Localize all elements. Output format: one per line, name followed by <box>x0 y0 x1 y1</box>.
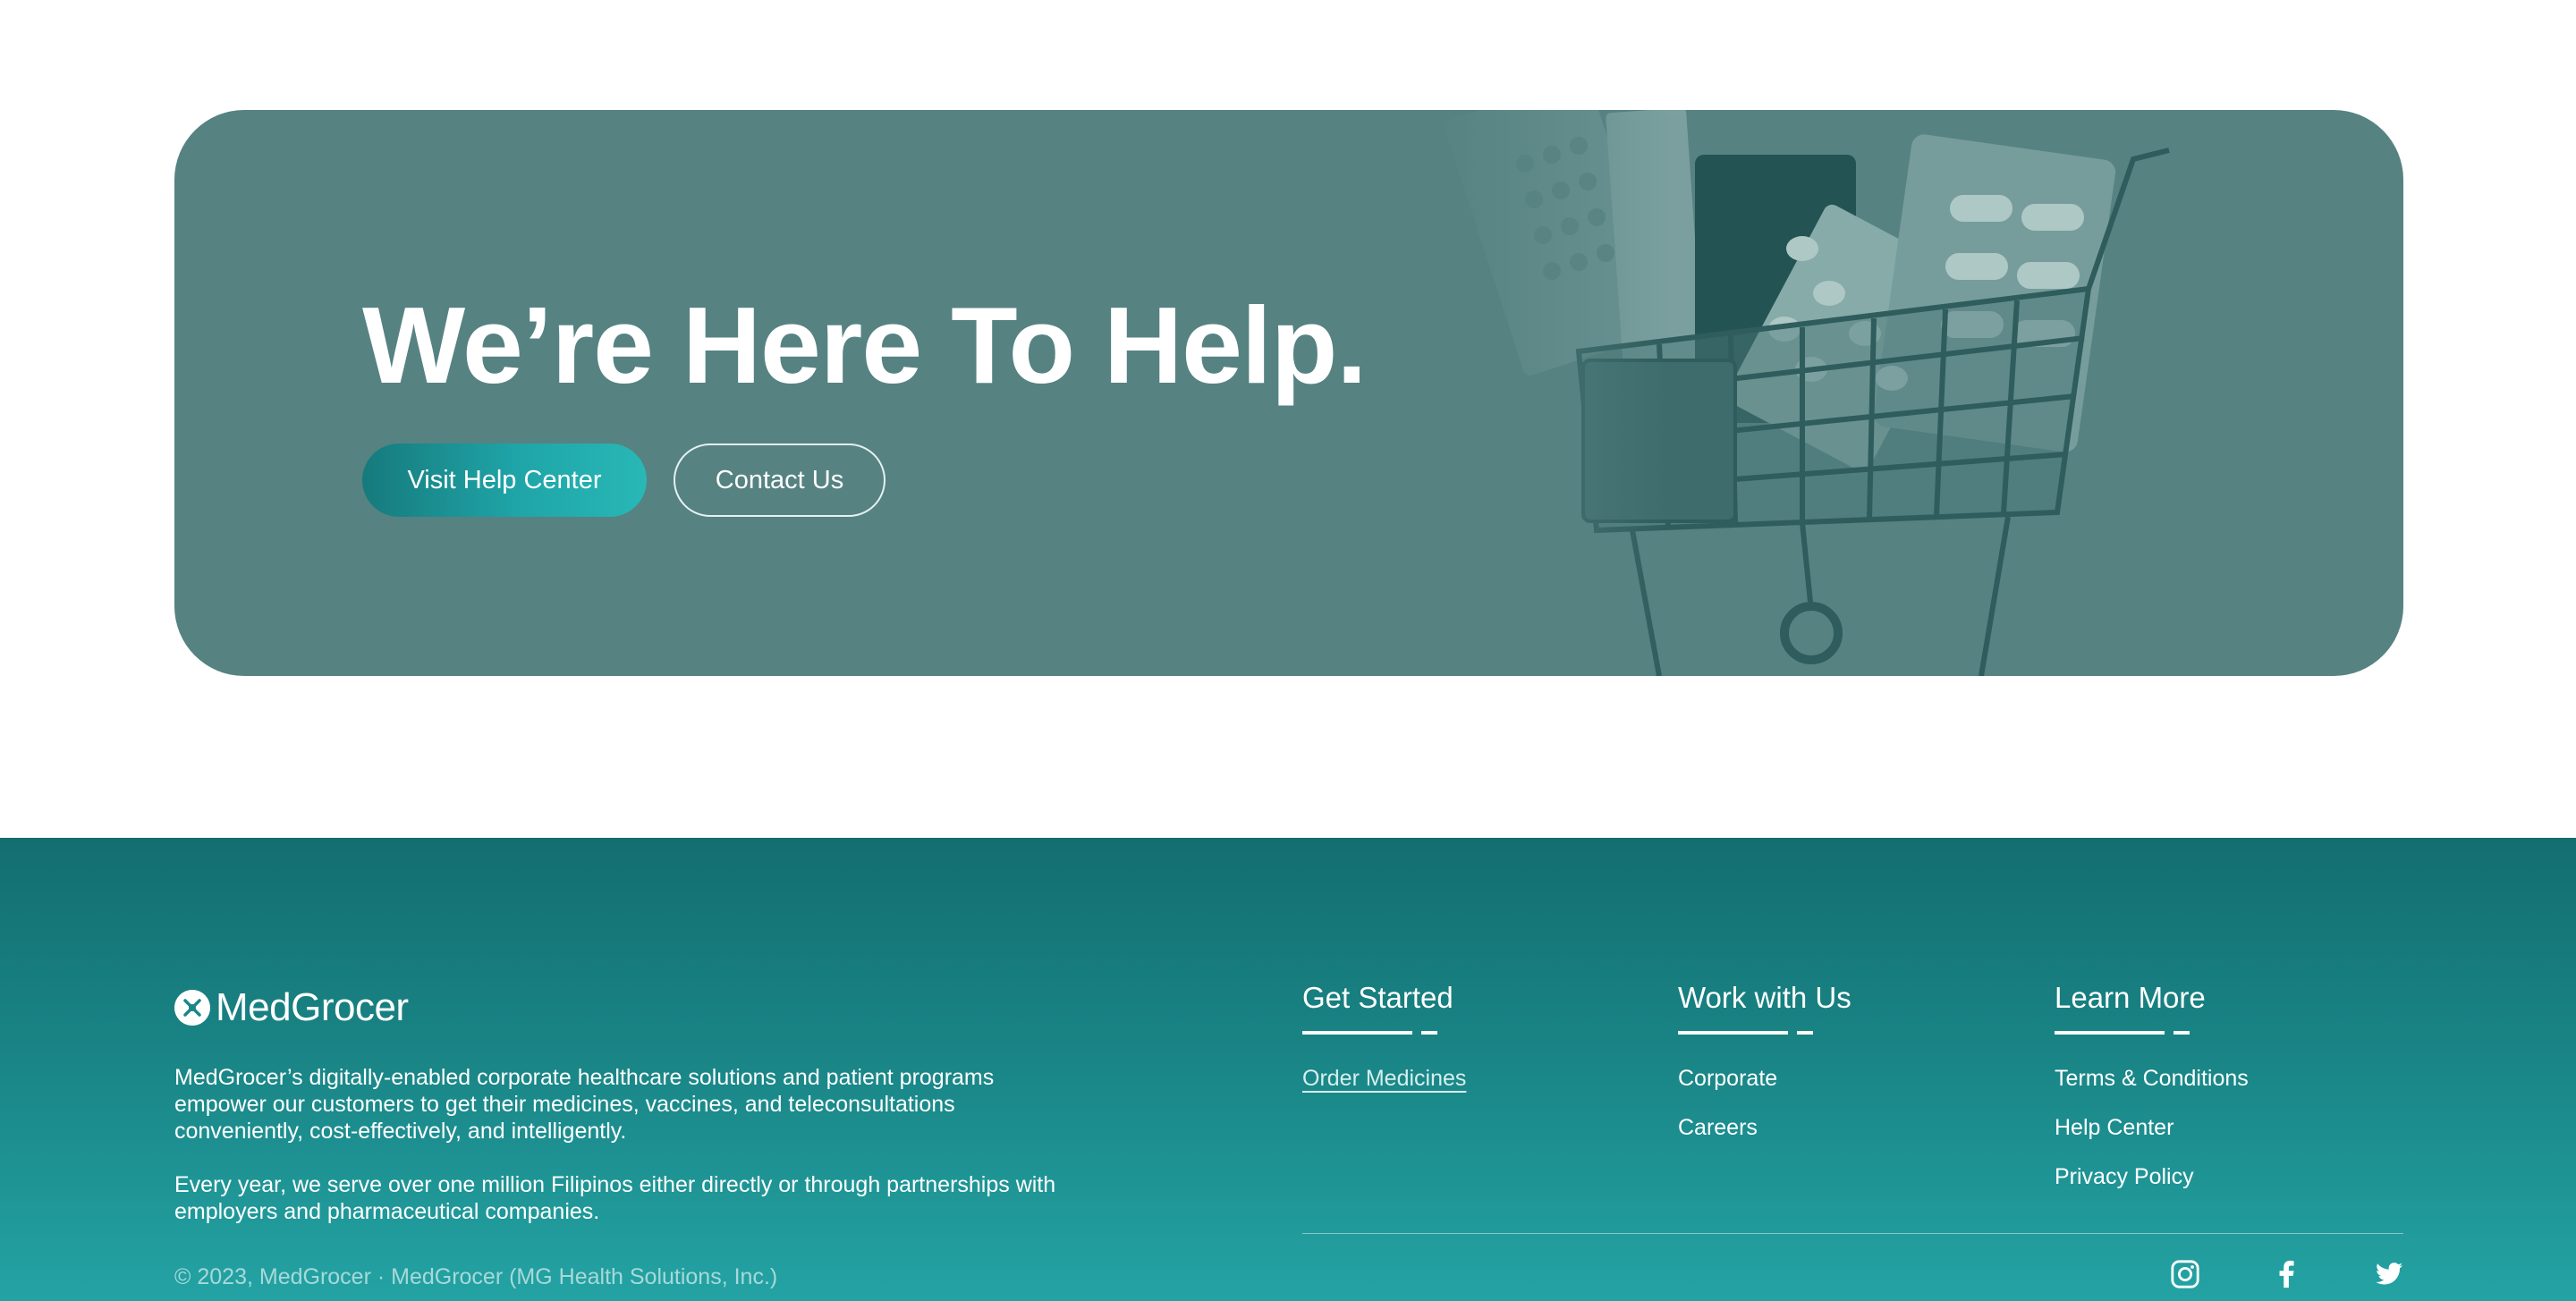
terms-link[interactable]: Terms & Conditions <box>2055 1066 2249 1091</box>
list-item: Help Center <box>2055 1114 2249 1141</box>
about-paragraph: MedGrocer’s digitally-enabled corporate … <box>174 1065 995 1144</box>
about-text: MedGrocer’s digitally-enabled corporate … <box>174 1064 1087 1225</box>
brand-name: MedGrocer <box>216 985 409 1029</box>
hero-actions: Visit Help Center Contact Us <box>362 444 886 517</box>
shopping-cart-medicines-image <box>1427 110 2403 676</box>
medgrocer-logo-icon <box>174 990 210 1026</box>
column-title: Get Started <box>1302 981 1453 1014</box>
hero-title: We’re Here To Help. <box>362 284 1367 406</box>
order-medicines-link[interactable]: Order Medicines <box>1302 1066 1466 1091</box>
footer-logo[interactable]: MedGrocer <box>174 985 409 1030</box>
list-item: Order Medicines <box>1302 1065 1466 1092</box>
list-item: Privacy Policy <box>2055 1163 2249 1190</box>
twitter-icon[interactable] <box>2373 1258 2405 1290</box>
footer-divider <box>1302 1233 2403 1234</box>
list-item: Careers <box>1678 1114 1852 1141</box>
corporate-link[interactable]: Corporate <box>1678 1066 1777 1091</box>
instagram-icon[interactable] <box>2169 1258 2201 1290</box>
privacy-policy-link[interactable]: Privacy Policy <box>2055 1164 2194 1189</box>
title-underline <box>2055 1031 2249 1035</box>
column-title: Learn More <box>2055 981 2206 1014</box>
title-underline <box>1678 1031 1852 1035</box>
site-footer: MedGrocer MedGrocer’s digitally-enabled … <box>0 838 2576 1301</box>
link-list: Order Medicines <box>1302 1065 1466 1092</box>
visit-help-center-button[interactable]: Visit Help Center <box>362 444 647 517</box>
footer-column-get-started: Get Started Order Medicines <box>1302 981 1466 1114</box>
about-paragraph: Every year, we serve over one million Fi… <box>174 1172 1056 1224</box>
facebook-icon[interactable] <box>2271 1258 2303 1290</box>
copyright-text: © 2023, MedGrocer · MedGrocer (MG Health… <box>174 1264 778 1289</box>
contact-us-button[interactable]: Contact Us <box>674 444 886 517</box>
help-center-link[interactable]: Help Center <box>2055 1115 2174 1140</box>
list-item: Terms & Conditions <box>2055 1065 2249 1092</box>
footer-column-learn-more: Learn More Terms & Conditions Help Cente… <box>2055 981 2249 1212</box>
title-underline <box>1302 1031 1466 1035</box>
help-banner: We’re Here To Help. Visit Help Center Co… <box>174 110 2403 676</box>
link-list: Corporate Careers <box>1678 1065 1852 1141</box>
careers-link[interactable]: Careers <box>1678 1115 1758 1140</box>
list-item: Corporate <box>1678 1065 1852 1092</box>
link-list: Terms & Conditions Help Center Privacy P… <box>2055 1065 2249 1190</box>
column-title: Work with Us <box>1678 981 1852 1014</box>
footer-column-work-with-us: Work with Us Corporate Careers <box>1678 981 1852 1163</box>
